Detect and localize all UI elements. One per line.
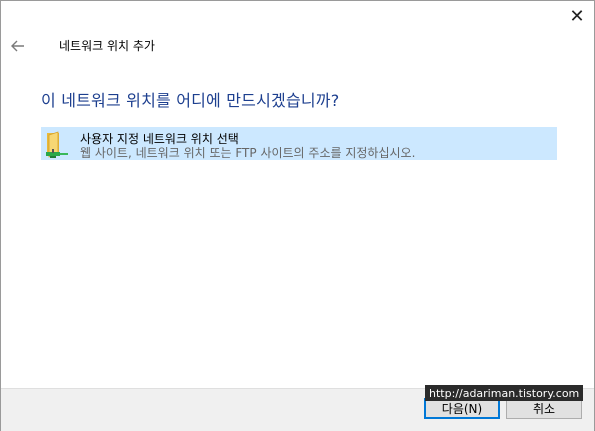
next-button[interactable]: 다음(N) bbox=[424, 398, 500, 419]
close-button[interactable]: ✕ bbox=[560, 1, 594, 31]
wizard-window: ✕ 네트워크 위치 추가 이 네트워크 위치를 어디에 만드시겠습니까? 사용자… bbox=[0, 0, 595, 431]
page-heading: 이 네트워크 위치를 어디에 만드시겠습니까? bbox=[41, 91, 340, 110]
arrow-left-icon bbox=[11, 40, 24, 52]
wizard-title: 네트워크 위치 추가 bbox=[59, 39, 155, 53]
watermark-url: http://adariman.tistory.com bbox=[425, 385, 584, 401]
option-custom-network-location[interactable]: 사용자 지정 네트워크 위치 선택 웹 사이트, 네트워크 위치 또는 FTP … bbox=[41, 127, 557, 160]
back-button[interactable] bbox=[7, 35, 29, 57]
folder-network-icon bbox=[46, 131, 68, 158]
close-icon: ✕ bbox=[569, 5, 585, 27]
cancel-button[interactable]: 취소 bbox=[506, 398, 582, 419]
option-description: 웹 사이트, 네트워크 위치 또는 FTP 사이트의 주소를 지정하십시오. bbox=[80, 146, 416, 160]
